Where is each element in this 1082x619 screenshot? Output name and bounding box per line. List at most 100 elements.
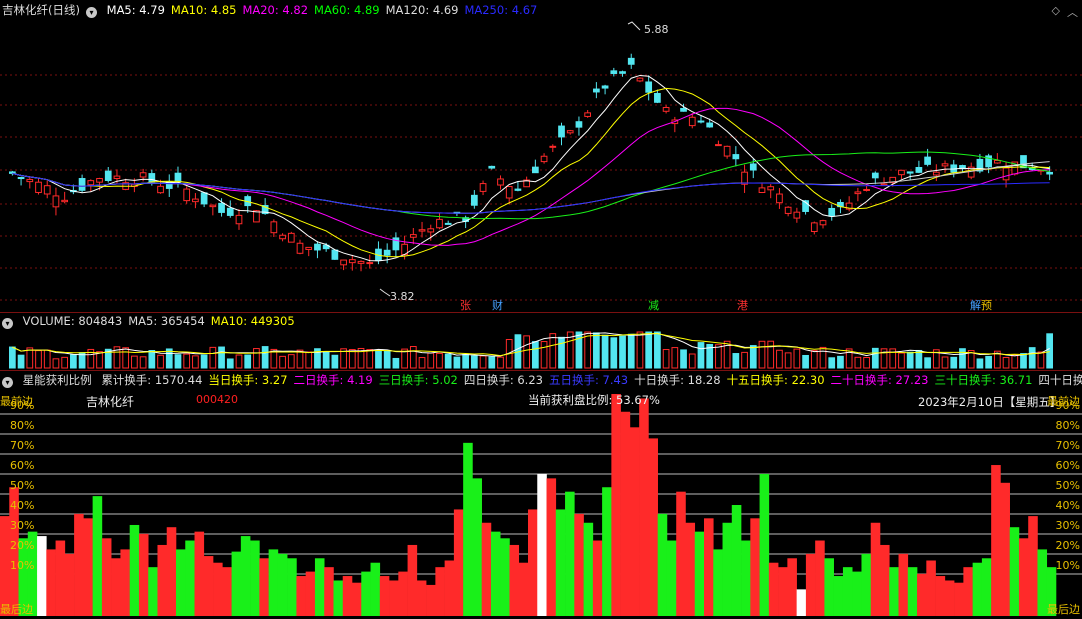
profit-ratio-bar bbox=[296, 576, 306, 616]
volume-bar bbox=[1037, 351, 1045, 369]
volume-bar bbox=[828, 357, 836, 369]
profit-ratio-bar bbox=[342, 576, 353, 616]
profit-ratio-bar bbox=[250, 540, 260, 616]
candle bbox=[610, 70, 618, 74]
volume-bar bbox=[697, 342, 705, 369]
profit-ratio-bar bbox=[565, 491, 575, 616]
volume-bar bbox=[915, 349, 923, 369]
low-marker bbox=[379, 288, 391, 297]
profit-ratio-bar bbox=[861, 553, 872, 616]
profit-ratio-bar bbox=[472, 478, 482, 616]
candle bbox=[148, 173, 156, 183]
event-tag-1[interactable]: 财 bbox=[492, 297, 503, 313]
event-tag-4[interactable]: 解 bbox=[970, 297, 981, 313]
candle bbox=[819, 220, 827, 226]
profit-ratio-bar bbox=[305, 571, 316, 616]
profit-ratio-bar bbox=[92, 496, 103, 616]
collapse-icon[interactable]: ▾ bbox=[85, 7, 97, 18]
collapse-icon[interactable]: ▾ bbox=[2, 318, 13, 329]
percent-label-20: 20% bbox=[10, 539, 35, 552]
profit-ratio-bar bbox=[528, 509, 538, 616]
volume-bar bbox=[462, 353, 469, 369]
profit-ratio-bar bbox=[231, 551, 242, 616]
profit-ratio-bar bbox=[722, 522, 733, 616]
ma5-line bbox=[12, 74, 1050, 262]
percent-label-70: 70% bbox=[1055, 439, 1080, 452]
profit-ratio-bar bbox=[666, 540, 677, 616]
volume-bar bbox=[497, 356, 504, 369]
ma-label-4: MA120: 4.69 bbox=[385, 3, 459, 17]
volume-bar bbox=[453, 356, 461, 369]
event-tag-3[interactable]: 港 bbox=[737, 297, 748, 313]
profit-ratio-bar bbox=[490, 531, 501, 616]
profit-ratio-bar bbox=[880, 544, 890, 616]
collapse-icon[interactable]: ▾ bbox=[2, 377, 13, 388]
percent-label-60: 60% bbox=[10, 459, 35, 472]
volume-bar bbox=[1020, 353, 1027, 369]
candle bbox=[688, 116, 696, 127]
volume-bar bbox=[802, 354, 809, 369]
volume-bar bbox=[1002, 356, 1010, 369]
volume-bar bbox=[296, 349, 304, 369]
volume-bar bbox=[444, 353, 452, 369]
volume-bar bbox=[183, 353, 191, 369]
volume-bar bbox=[523, 335, 530, 369]
volume-bar bbox=[837, 355, 844, 369]
volume-bar bbox=[226, 358, 234, 369]
volume-bar bbox=[645, 331, 653, 369]
price-chart[interactable]: 5.88 3.82 bbox=[0, 0, 1082, 312]
candle bbox=[715, 144, 722, 147]
volume-bar bbox=[392, 357, 400, 369]
percent-label-30: 30% bbox=[10, 519, 35, 532]
ma-label-1: MA10: 4.85 bbox=[170, 3, 237, 17]
turnover-label-2: 二日换手: 4.19 bbox=[293, 373, 373, 387]
profit-ratio-bar bbox=[157, 544, 168, 616]
volume-bar bbox=[776, 349, 783, 369]
volume-bar bbox=[418, 357, 426, 369]
candle bbox=[366, 262, 374, 265]
profit-ratio-bar bbox=[314, 558, 325, 616]
percent-label-40: 40% bbox=[10, 499, 35, 512]
volume-bar bbox=[540, 341, 548, 369]
price-panel[interactable]: 5.88 3.82 吉林化纤(日线) ▾ MA5: 4.79 MA10: 4.85 MA… bbox=[0, 0, 1082, 312]
volume-label-1: MA5: 365454 bbox=[128, 314, 205, 328]
candle bbox=[898, 169, 905, 176]
event-tag-0[interactable]: 张 bbox=[460, 297, 471, 313]
candle bbox=[183, 188, 191, 202]
percent-label-70: 70% bbox=[10, 439, 35, 452]
stock-code: 000420 bbox=[196, 393, 238, 406]
turnover-label-9: 三十日换手: 36.71 bbox=[934, 373, 1033, 387]
volume-panel[interactable]: ▾ VOLUME: 804843 MA5: 365454 MA10: 449305 bbox=[0, 312, 1082, 370]
diamond-icon[interactable]: ◇ bbox=[1052, 4, 1060, 17]
profit-ratio-bar bbox=[500, 538, 510, 616]
candle bbox=[96, 178, 103, 183]
volume-bar bbox=[148, 350, 156, 369]
candle bbox=[43, 185, 51, 195]
volume-bar bbox=[470, 355, 478, 369]
profit-ratio-bar bbox=[611, 394, 621, 616]
chevron-up-icon[interactable]: ︿ bbox=[1067, 4, 1078, 20]
candle bbox=[505, 186, 513, 199]
profit-ratio-bar bbox=[1028, 516, 1038, 616]
volume-bar bbox=[1028, 347, 1036, 369]
percent-label-10: 10% bbox=[10, 559, 35, 572]
profit-ratio-bar bbox=[194, 531, 205, 616]
percent-label-40: 40% bbox=[1055, 499, 1080, 512]
candle bbox=[340, 259, 347, 266]
volume-bar bbox=[810, 350, 818, 369]
candle bbox=[784, 206, 792, 214]
candle bbox=[776, 193, 783, 204]
candle bbox=[532, 166, 539, 174]
candle bbox=[993, 159, 1001, 164]
candle bbox=[662, 107, 670, 112]
candle bbox=[305, 246, 313, 250]
event-tag-2[interactable]: 减 bbox=[648, 297, 659, 313]
candle bbox=[35, 181, 42, 193]
profit-ratio-bar bbox=[407, 544, 418, 616]
profit-ratio-bar bbox=[963, 567, 973, 616]
event-tag-5[interactable]: 预 bbox=[981, 297, 992, 313]
volume-bar bbox=[941, 356, 949, 369]
indicator-panel[interactable]: ▾ 星能获利比例 累计换手: 1570.44 当日换手: 3.27 二日换手: 4.… bbox=[0, 370, 1082, 616]
turnover-label-3: 三日换手: 5.02 bbox=[378, 373, 458, 387]
volume-bar bbox=[43, 349, 51, 369]
